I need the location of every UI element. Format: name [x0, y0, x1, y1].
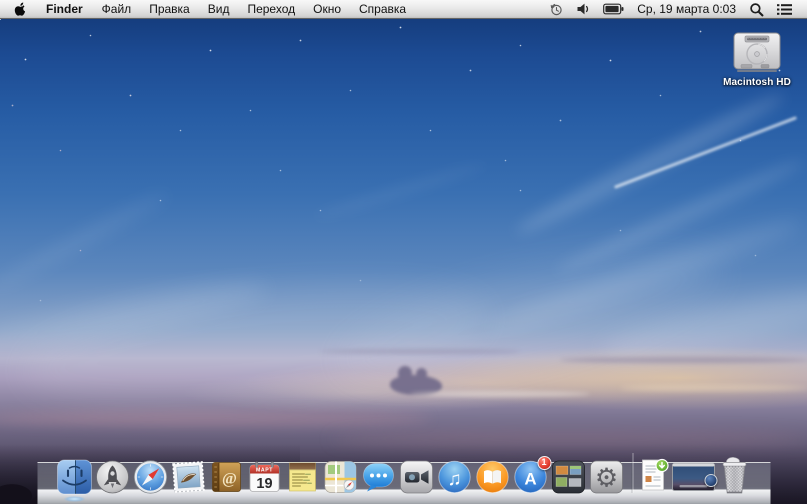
apple-menu[interactable]: [0, 0, 36, 18]
running-indicator: [63, 496, 85, 502]
dock-divider: [631, 453, 632, 493]
dock-item-safari[interactable]: [132, 459, 168, 495]
menu-status-area: Ср, 19 марта 0:03: [543, 0, 807, 18]
menu-item-view[interactable]: Вид: [199, 0, 239, 18]
dock-item-app-store[interactable]: A 1: [512, 459, 548, 495]
dock-item-itunes[interactable]: ♫: [436, 459, 472, 495]
maps-icon: [322, 459, 358, 495]
notification-center-icon: [776, 3, 793, 16]
itunes-icon: ♫: [436, 459, 472, 495]
menu-item-edit[interactable]: Правка: [140, 0, 199, 18]
menu-item-file[interactable]: Файл: [93, 0, 141, 18]
dock-item-contacts[interactable]: @: [208, 459, 244, 495]
dock-item-finder[interactable]: [56, 459, 92, 495]
dock-item-downloads-document[interactable]: [639, 457, 669, 495]
dock-item-calendar[interactable]: МАРТ 19: [246, 459, 282, 495]
volume-menu[interactable]: [570, 0, 597, 18]
battery-icon: [603, 3, 624, 15]
dock-item-launchpad[interactable]: [94, 459, 130, 495]
finder-icon: [56, 459, 92, 495]
app-store-badge: 1: [537, 456, 551, 470]
menu-item-go[interactable]: Переход: [238, 0, 304, 18]
dock-item-system-preferences[interactable]: ⚙: [588, 459, 624, 495]
menu-clock[interactable]: Ср, 19 марта 0:03: [630, 2, 743, 16]
spotlight-menu[interactable]: [743, 0, 770, 18]
notification-center-menu[interactable]: [770, 0, 799, 18]
svg-text:МАРТ: МАРТ: [255, 467, 272, 473]
time-machine-menu[interactable]: [543, 0, 570, 18]
dock: @ МАРТ 19: [51, 453, 756, 504]
ibooks-icon: [474, 459, 510, 495]
dock-item-ibooks[interactable]: [474, 459, 510, 495]
dock-item-minimized-window[interactable]: [671, 462, 715, 493]
desktop-icon-macintosh-hd[interactable]: Macintosh HD: [721, 31, 793, 88]
mail-icon: [170, 459, 206, 495]
safari-icon: [132, 459, 168, 495]
dock-item-mail[interactable]: [170, 459, 206, 495]
contacts-icon: @: [208, 459, 244, 495]
dock-item-mission-control[interactable]: [550, 459, 586, 495]
dock-item-facetime[interactable]: [398, 459, 434, 495]
mission-control-icon: [550, 459, 586, 495]
dock-item-notes[interactable]: [284, 459, 320, 495]
calendar-icon: МАРТ 19: [246, 459, 282, 495]
hard-drive-icon: [730, 31, 784, 75]
minimized-window-app-badge: [704, 474, 717, 487]
menu-item-window[interactable]: Окно: [304, 0, 350, 18]
time-machine-icon: [549, 2, 564, 17]
menu-left: Finder Файл Правка Вид Переход Окно Спра…: [0, 0, 415, 18]
volume-icon: [576, 2, 591, 16]
system-preferences-icon: ⚙: [588, 459, 624, 495]
svg-text:@: @: [222, 471, 237, 488]
messages-icon: [360, 459, 396, 495]
launchpad-icon: [94, 459, 130, 495]
stars: [0, 19, 1, 20]
svg-text:♫: ♫: [447, 469, 461, 490]
apple-logo-icon: [12, 1, 26, 17]
menu-item-finder[interactable]: Finder: [36, 0, 93, 18]
menu-bar: Finder Файл Правка Вид Переход Окно Спра…: [0, 0, 807, 19]
notes-icon: [284, 459, 320, 495]
svg-text:A: A: [524, 470, 536, 489]
contrail: [614, 116, 797, 189]
spotlight-icon: [749, 2, 764, 17]
volume-label: Macintosh HD: [721, 77, 793, 88]
downloads-document-icon: [639, 457, 669, 495]
battery-menu[interactable]: [597, 0, 630, 18]
desktop-wallpaper[interactable]: Macintosh HD: [0, 19, 807, 504]
screen: Finder Файл Правка Вид Переход Окно Спра…: [0, 0, 807, 504]
svg-text:⚙: ⚙: [594, 463, 617, 493]
facetime-icon: [398, 459, 434, 495]
trash-icon: [717, 455, 751, 495]
dock-item-trash[interactable]: [717, 455, 751, 495]
svg-text:19: 19: [256, 476, 272, 492]
dock-item-messages[interactable]: [360, 459, 396, 495]
dock-item-maps[interactable]: [322, 459, 358, 495]
menu-item-help[interactable]: Справка: [350, 0, 415, 18]
